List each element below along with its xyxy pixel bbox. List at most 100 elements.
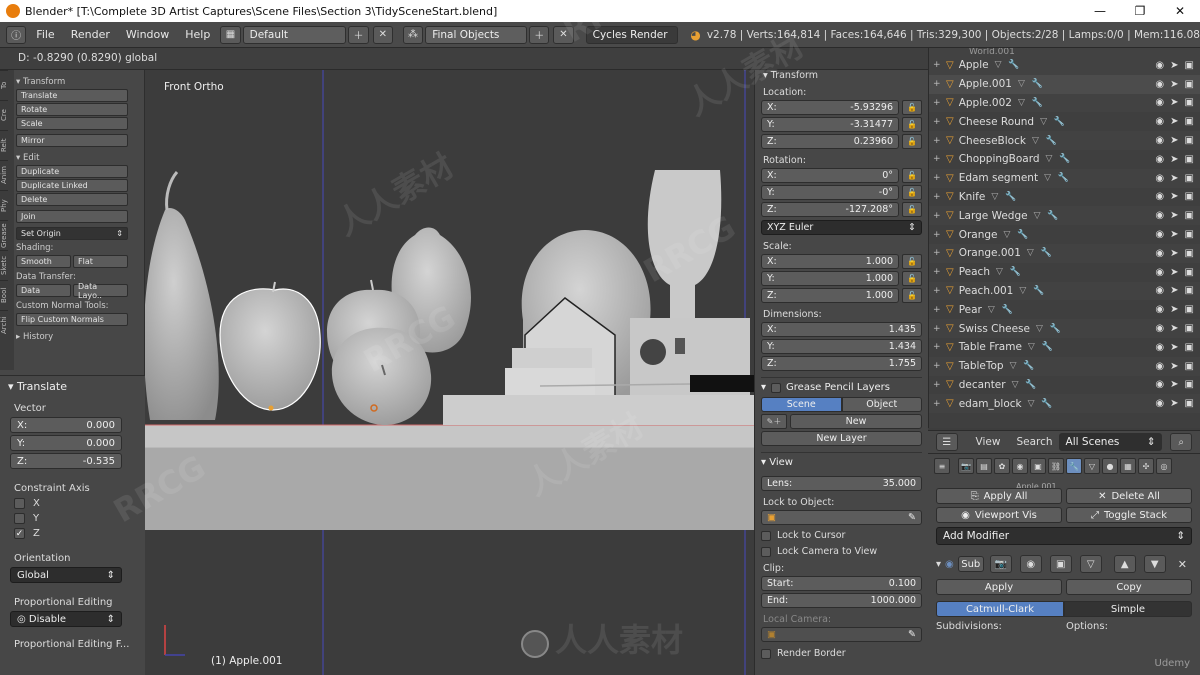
expand-icon[interactable]: + [933,324,943,334]
move-down-icon[interactable]: ▼ [1143,555,1166,573]
lock-cursor-checkbox[interactable]: Lock to Cursor [761,530,922,541]
cursor-select-icon[interactable]: ➤ [1170,267,1178,278]
tab-bool[interactable]: Bool [0,280,8,310]
outliner-item-name[interactable]: decanter [959,379,1006,391]
cursor-select-icon[interactable]: ➤ [1170,248,1178,259]
outliner-item-name[interactable]: Swiss Cheese [959,323,1030,335]
eye-icon[interactable]: ◉ [1155,361,1164,372]
render-camera-icon[interactable]: ▣ [1185,342,1194,353]
clip-end-field[interactable]: End: 1000.000 [761,593,922,608]
duplicate-button[interactable]: Duplicate [16,165,128,178]
outliner-item-name[interactable]: Orange [959,229,998,241]
outliner-row[interactable]: + ▽ Large Wedge ▽ 🔧 ◉ ➤ ▣ [929,206,1200,226]
clip-start-field[interactable]: Start: 0.100 [761,576,922,591]
mirror-button[interactable]: Mirror [16,134,128,147]
catmull-clark-button[interactable]: Catmull-Clark [936,601,1064,617]
lock-icon[interactable]: 🔓 [902,288,922,303]
render-camera-icon[interactable]: ▣ [1185,323,1194,334]
location-y-field[interactable]: Y: -3.31477 [761,117,899,132]
flip-custom-normals-button[interactable]: Flip Custom Normals [16,313,128,326]
add-scene-icon[interactable]: ＋ [529,25,550,44]
apply-all-button[interactable]: ⎘ Apply All [936,488,1062,504]
scale-button[interactable]: Scale [16,117,128,130]
outliner-item-name[interactable]: Apple [959,59,989,71]
outliner-item-name[interactable]: Large Wedge [959,210,1028,222]
local-camera-field[interactable]: ▣ ✎ [761,627,922,642]
cursor-select-icon[interactable]: ➤ [1170,97,1178,108]
history-section-header[interactable]: ▸ History [16,332,128,342]
expand-icon[interactable]: + [933,230,943,240]
outliner-item-name[interactable]: Knife [959,191,986,203]
eye-icon[interactable]: ◉ [1155,173,1164,184]
layers-tab-icon[interactable]: ▤ [976,458,992,474]
render-camera-icon[interactable]: ▣ [1185,267,1194,278]
modifiers-tab-icon[interactable]: 🔧 [1066,458,1082,474]
screen-layout-field[interactable]: Default [242,25,347,44]
rotation-x-field[interactable]: X: 0° [761,168,899,183]
menu-help[interactable]: Help [177,28,218,41]
render-camera-icon[interactable]: ▣ [1185,248,1194,259]
orientation-dropdown[interactable]: Global ⇕ [10,567,122,583]
proportional-editing-dropdown[interactable]: ◎ Disable ⇕ [10,611,122,627]
particles-tab-icon[interactable]: ✣ [1138,458,1154,474]
menu-file[interactable]: File [28,28,62,41]
collapse-arrow-icon[interactable]: ▾ [936,559,941,570]
eye-icon[interactable]: ◉ [1155,229,1164,240]
tab-relations[interactable]: Relt [0,130,8,160]
dimension-x-field[interactable]: X: 1.435 [761,322,922,337]
copy-button[interactable]: Copy [1066,579,1192,595]
rotation-z-field[interactable]: Z: -127.208° [761,202,899,217]
transform-section-header[interactable]: ▾ Transform [16,77,128,87]
cursor-select-icon[interactable]: ➤ [1170,379,1178,390]
cursor-select-icon[interactable]: ➤ [1170,116,1178,127]
render-camera-icon[interactable]: ▣ [1185,210,1194,221]
render-engine-select[interactable]: Cycles Render [585,25,679,44]
outliner-row[interactable]: + ▽ decanter ▽ 🔧 ◉ ➤ ▣ [929,376,1200,395]
eye-icon[interactable]: ◉ [1155,285,1164,296]
eye-icon[interactable]: ◉ [1155,304,1164,315]
editor-type-icon[interactable]: ⓘ [6,25,27,44]
cursor-select-icon[interactable]: ➤ [1170,135,1178,146]
eyedropper-icon[interactable]: ✎ [908,512,916,523]
expand-icon[interactable]: + [933,136,943,146]
rotation-mode-dropdown[interactable]: XYZ Euler ⇕ [761,220,922,235]
grease-pencil-checkbox[interactable] [771,382,782,393]
eye-icon[interactable]: ◉ [1155,154,1164,165]
outliner-row[interactable]: + ▽ TableTop ▽ 🔧 ◉ ➤ ▣ [929,356,1200,376]
scene-tab-icon[interactable]: ✿ [994,458,1010,474]
menu-render[interactable]: Render [63,28,118,41]
vector-x-field[interactable]: X: 0.000 [10,417,122,433]
render-camera-icon[interactable]: ▣ [1185,285,1194,296]
expand-icon[interactable]: + [933,211,943,221]
delete-all-button[interactable]: ✕ Delete All [1066,488,1192,504]
outliner-item-name[interactable]: Peach.001 [959,285,1014,297]
outliner-row[interactable]: + ▽ ChoppingBoard ▽ 🔧 ◉ ➤ ▣ [929,150,1200,169]
outliner-row[interactable]: + ▽ Edam segment ▽ 🔧 ◉ ➤ ▣ [929,168,1200,188]
scale-y-field[interactable]: Y: 1.000 [761,271,899,286]
lock-icon[interactable]: 🔓 [902,271,922,286]
outliner-item-name[interactable]: Pear [959,304,982,316]
viewport-vis-button[interactable]: ◉ Viewport Vis [936,507,1062,523]
cursor-select-icon[interactable]: ➤ [1170,304,1178,315]
flat-button[interactable]: Flat [73,255,128,268]
eye-icon[interactable]: ◉ [1155,97,1164,108]
pencil-icon[interactable]: ✎＋ [761,414,787,429]
data-layout-button[interactable]: Data Layo.. [73,282,128,300]
outliner-row[interactable]: + ▽ Apple ▽ 🔧 ◉ ➤ ▣ [929,56,1200,75]
cursor-select-icon[interactable]: ➤ [1170,342,1178,353]
toggle-stack-button[interactable]: ⤢ Toggle Stack [1066,507,1192,523]
rotation-y-field[interactable]: Y: -0° [761,185,899,200]
minimize-button[interactable]: — [1080,0,1120,22]
eye-icon[interactable]: ◉ [1155,79,1164,90]
outliner-item-name[interactable]: ChoppingBoard [959,153,1040,165]
scale-x-field[interactable]: X: 1.000 [761,254,899,269]
display-mode-select[interactable]: All Scenes ⇕ [1058,433,1163,451]
expand-icon[interactable]: + [933,192,943,202]
grease-pencil-header[interactable]: ▾ Grease Pencil Layers [761,377,922,397]
eye-icon[interactable]: ◉ [1155,210,1164,221]
rotate-button[interactable]: Rotate [16,103,128,116]
cage-icon[interactable]: ▽ [1079,555,1102,573]
render-camera-icon[interactable]: ▣ [1185,229,1194,240]
expand-icon[interactable]: + [933,399,943,409]
cursor-select-icon[interactable]: ➤ [1170,154,1178,165]
